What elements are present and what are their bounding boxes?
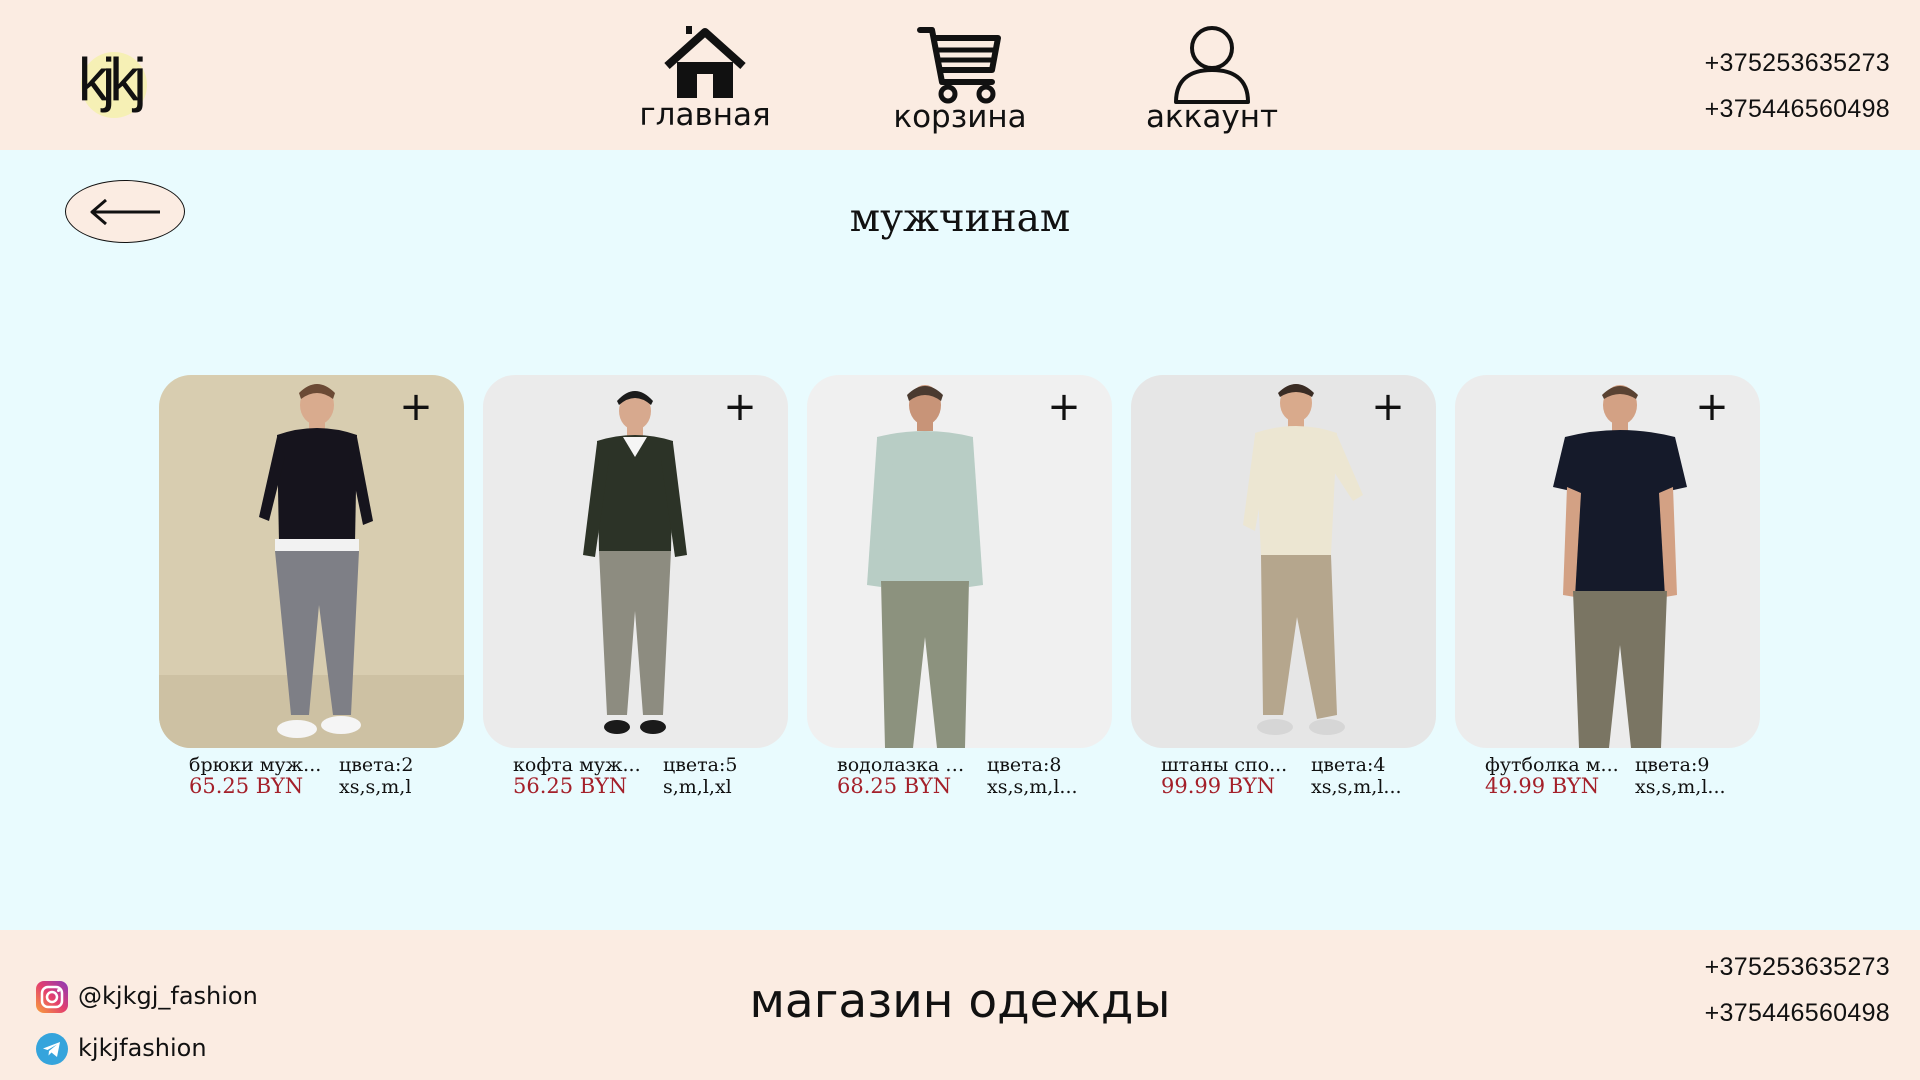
product-image[interactable]: + [1455, 375, 1760, 748]
product-info: водолазка м... 68.25 BYN цвета:8 xs,s,m,… [807, 748, 1112, 798]
product-colors: цвета:2 [339, 754, 414, 776]
product-sizes: xs,s,m,l [339, 776, 412, 798]
site-footer: @kjkgj_fashion kjkjfashion магазин одежд… [0, 930, 1920, 1080]
header-phone-1[interactable]: +375253635273 [1705, 40, 1890, 86]
product-image[interactable]: + [483, 375, 788, 748]
product-info: штаны спо... 99.99 BYN цвета:4 xs,s,m,l.… [1131, 748, 1436, 798]
product-name[interactable]: штаны спо... [1161, 754, 1297, 776]
footer-phone-2[interactable]: +375446560498 [1705, 990, 1890, 1036]
nav-cart-label: корзина [893, 99, 1027, 135]
home-icon [664, 26, 746, 98]
product-photo-3 [807, 375, 1112, 748]
site-header: kjkj главная корзина аккаунт +3752536352… [0, 0, 1920, 150]
product-sizes: xs,s,m,l... [1311, 776, 1402, 798]
product-price: 49.99 BYN [1485, 774, 1600, 798]
product-price: 99.99 BYN [1161, 774, 1276, 798]
footer-phones: +375253635273 +375446560498 [1705, 944, 1890, 1036]
telegram-icon [36, 1033, 68, 1065]
product-colors: цвета:4 [1311, 754, 1386, 776]
logo-text: kjkj [78, 46, 147, 113]
footer-title: магазин одежды [749, 974, 1171, 1029]
add-to-cart-button[interactable]: + [1046, 387, 1082, 427]
nav-account[interactable]: аккаунт [1137, 24, 1287, 134]
product-image[interactable]: + [159, 375, 464, 748]
product-colors: цвета:5 [663, 754, 738, 776]
product-price: 68.25 BYN [837, 774, 952, 798]
product-card[interactable]: + кофта муж... 56.25 BYN цвета:5 s,m,l,x… [483, 375, 788, 798]
product-info: футболка м... 49.99 BYN цвета:9 xs,s,m,l… [1455, 748, 1760, 798]
footer-phone-1[interactable]: +375253635273 [1705, 944, 1890, 990]
product-sizes: xs,s,m,l... [987, 776, 1078, 798]
product-name[interactable]: футболка м... [1485, 754, 1621, 776]
product-photo-5 [1455, 375, 1760, 748]
product-image[interactable]: + [1131, 375, 1436, 748]
product-sizes: s,m,l,xl [663, 776, 732, 798]
product-card[interactable]: + брюки муж... 65.25 BYN цвета:2 xs,s,m,… [159, 375, 464, 798]
product-card[interactable]: + футболка м... 49.99 BYN цвета:9 xs,s,m… [1455, 375, 1760, 798]
nav-account-label: аккаунт [1145, 99, 1279, 135]
page-title: мужчинам [849, 196, 1071, 241]
main-content: мужчинам + брюки муж... 65.25 BYN цвета:… [0, 150, 1920, 930]
plus-icon: + [1047, 384, 1081, 430]
add-to-cart-button[interactable]: + [1370, 387, 1406, 427]
product-info: брюки муж... 65.25 BYN цвета:2 xs,s,m,l [159, 748, 464, 798]
product-sizes: xs,s,m,l... [1635, 776, 1726, 798]
add-to-cart-button[interactable]: + [722, 387, 758, 427]
header-phones: +375253635273 +375446560498 [1705, 40, 1890, 132]
product-image[interactable]: + [807, 375, 1112, 748]
plus-icon: + [723, 384, 757, 430]
logo[interactable]: kjkj [78, 42, 162, 118]
account-icon [1174, 26, 1250, 104]
product-price: 56.25 BYN [513, 774, 628, 798]
product-card[interactable]: + штаны спо... 99.99 BYN цвета:4 xs,s,m,… [1131, 375, 1436, 798]
product-colors: цвета:9 [1635, 754, 1710, 776]
cart-icon [917, 27, 1001, 104]
product-info: кофта муж... 56.25 BYN цвета:5 s,m,l,xl [483, 748, 788, 798]
product-card[interactable]: + водолазка м... 68.25 BYN цвета:8 xs,s,… [807, 375, 1112, 798]
product-photo-1 [159, 375, 464, 748]
product-photo-4 [1131, 375, 1436, 748]
product-name[interactable]: кофта муж... [513, 754, 649, 776]
plus-icon: + [1371, 384, 1405, 430]
add-to-cart-button[interactable]: + [398, 387, 434, 427]
telegram-handle: kjkjfashion [78, 1034, 207, 1062]
add-to-cart-button[interactable]: + [1694, 387, 1730, 427]
product-price: 65.25 BYN [189, 774, 304, 798]
nav-home-label: главная [639, 97, 771, 133]
nav-cart[interactable]: корзина [885, 24, 1035, 134]
product-name[interactable]: водолазка м... [837, 754, 973, 776]
header-phone-2[interactable]: +375446560498 [1705, 86, 1890, 132]
product-name[interactable]: брюки муж... [189, 754, 325, 776]
plus-icon: + [1695, 384, 1729, 430]
product-photo-2 [483, 375, 788, 748]
plus-icon: + [399, 384, 433, 430]
product-colors: цвета:8 [987, 754, 1062, 776]
nav-home[interactable]: главная [630, 24, 780, 132]
